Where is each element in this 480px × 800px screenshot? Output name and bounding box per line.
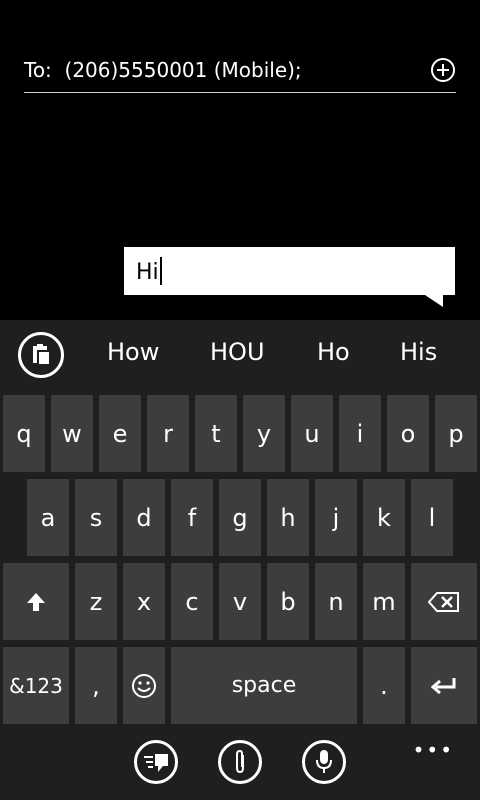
key-x[interactable]: x bbox=[123, 563, 165, 640]
suggestion-4[interactable]: His bbox=[400, 338, 437, 366]
key-w[interactable]: w bbox=[51, 395, 93, 472]
key-c[interactable]: c bbox=[171, 563, 213, 640]
space-key[interactable]: space bbox=[171, 647, 357, 724]
shift-arrow-icon bbox=[27, 592, 45, 611]
key-j[interactable]: j bbox=[315, 479, 357, 556]
key-n[interactable]: n bbox=[315, 563, 357, 640]
enter-key[interactable] bbox=[411, 647, 477, 724]
enter-icon bbox=[430, 677, 456, 694]
period-key[interactable]: . bbox=[363, 647, 405, 724]
key-g[interactable]: g bbox=[219, 479, 261, 556]
key-b[interactable]: b bbox=[267, 563, 309, 640]
message-input[interactable]: Hi bbox=[124, 247, 455, 307]
quick-reply-button[interactable] bbox=[134, 740, 178, 784]
clipboard-button[interactable] bbox=[18, 332, 64, 378]
suggestion-3[interactable]: Ho bbox=[317, 338, 350, 366]
to-label: To: bbox=[24, 58, 52, 82]
key-o[interactable]: o bbox=[387, 395, 429, 472]
bubble-tail bbox=[425, 295, 443, 307]
key-l[interactable]: l bbox=[411, 479, 453, 556]
attach-button[interactable] bbox=[218, 740, 262, 784]
key-z[interactable]: z bbox=[75, 563, 117, 640]
text-caret bbox=[159, 257, 162, 285]
key-u[interactable]: u bbox=[291, 395, 333, 472]
shift-key[interactable] bbox=[3, 563, 69, 640]
key-y[interactable]: y bbox=[243, 395, 285, 472]
voice-button[interactable] bbox=[302, 740, 346, 784]
suggestion-1[interactable]: How bbox=[107, 338, 159, 366]
key-r[interactable]: r bbox=[147, 395, 189, 472]
recipient-field[interactable]: To: (206)5550001 (Mobile); bbox=[24, 56, 456, 93]
comma-key[interactable]: , bbox=[75, 647, 117, 724]
on-screen-keyboard: How HOU Ho His q w e r t y u i o p a s d… bbox=[0, 320, 480, 800]
backspace-key[interactable] bbox=[411, 563, 477, 640]
key-f[interactable]: f bbox=[171, 479, 213, 556]
recipient-value: (206)5550001 (Mobile); bbox=[64, 58, 302, 82]
message-text: Hi bbox=[136, 257, 162, 285]
key-h[interactable]: h bbox=[267, 479, 309, 556]
paperclip-icon bbox=[236, 749, 244, 774]
key-d[interactable]: d bbox=[123, 479, 165, 556]
message-list-icon bbox=[144, 754, 168, 772]
key-i[interactable]: i bbox=[339, 395, 381, 472]
numbers-key[interactable]: &123 bbox=[3, 647, 69, 724]
clipboard-icon bbox=[33, 344, 51, 366]
microphone-icon bbox=[316, 750, 332, 773]
key-e[interactable]: e bbox=[99, 395, 141, 472]
key-v[interactable]: v bbox=[219, 563, 261, 640]
key-m[interactable]: m bbox=[363, 563, 405, 640]
emoji-key[interactable] bbox=[123, 647, 165, 724]
app-bar: ••• bbox=[0, 728, 480, 800]
more-options-button[interactable]: ••• bbox=[413, 738, 454, 762]
key-p[interactable]: p bbox=[435, 395, 477, 472]
backspace-icon bbox=[428, 591, 459, 612]
suggestion-bar: How HOU Ho His bbox=[0, 320, 480, 388]
recipient-text: To: (206)5550001 (Mobile); bbox=[24, 58, 302, 82]
add-recipient-button[interactable] bbox=[430, 57, 456, 83]
key-q[interactable]: q bbox=[3, 395, 45, 472]
key-a[interactable]: a bbox=[27, 479, 69, 556]
plus-circle-icon bbox=[431, 58, 455, 82]
key-t[interactable]: t bbox=[195, 395, 237, 472]
key-s[interactable]: s bbox=[75, 479, 117, 556]
key-k[interactable]: k bbox=[363, 479, 405, 556]
smiley-icon bbox=[132, 673, 156, 698]
suggestion-2[interactable]: HOU bbox=[210, 338, 265, 366]
